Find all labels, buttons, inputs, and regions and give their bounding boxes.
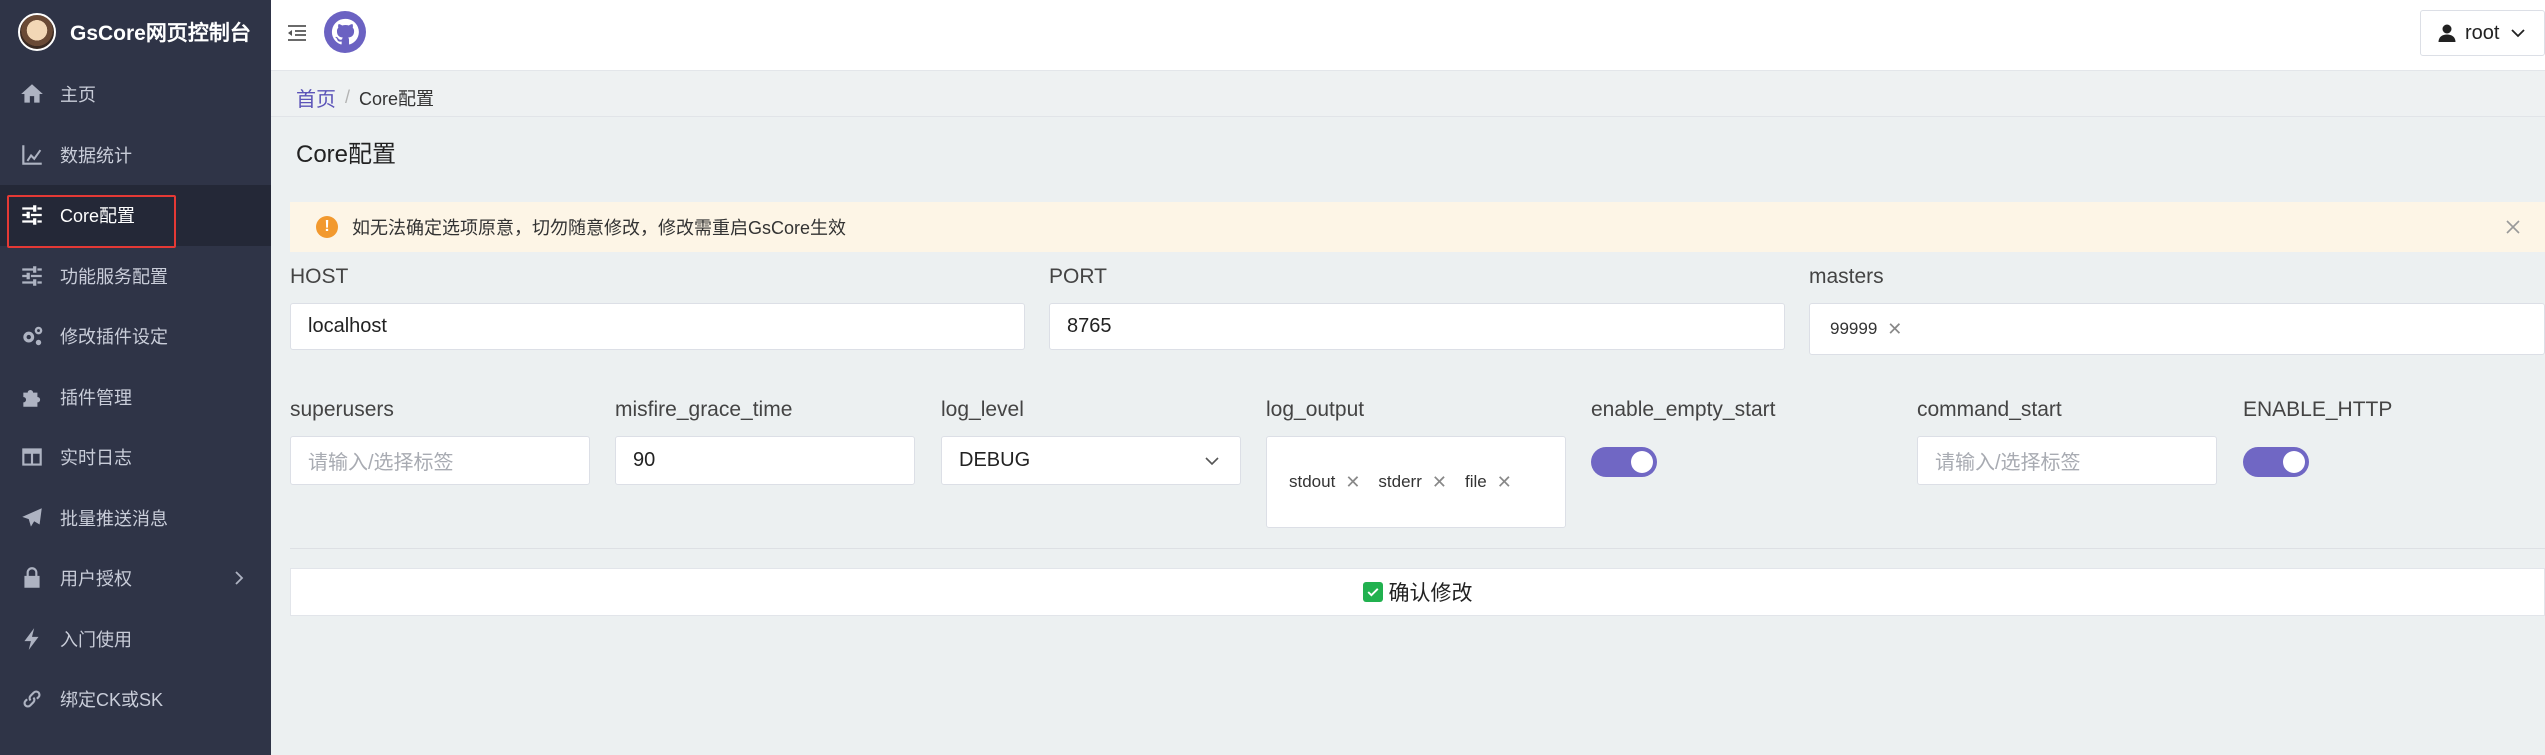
brand-logo	[18, 13, 56, 51]
sidebar-item-label: 用户授权	[60, 569, 132, 590]
sidebar-item-service-config[interactable]: 功能服务配置	[0, 246, 271, 307]
divider	[290, 548, 2545, 549]
superusers-label: superusers	[290, 398, 394, 421]
link-icon	[18, 685, 46, 713]
breadcrumb-separator: /	[345, 87, 351, 107]
log-level-value: DEBUG	[959, 449, 1031, 471]
paper-plane-icon	[18, 504, 46, 532]
superusers-placeholder: 请输入/选择标签	[308, 452, 454, 474]
breadcrumb: 首页 / Core配置	[296, 83, 434, 112]
superusers-tag-input[interactable]: 请输入/选择标签	[290, 436, 590, 485]
sidebar-item-label: 实时日志	[60, 448, 132, 469]
home-icon	[18, 80, 46, 108]
sidebar-item-user-auth[interactable]: 用户授权	[0, 548, 271, 609]
sidebar-item-stats[interactable]: 数据统计	[0, 125, 271, 186]
menu-fold-icon[interactable]	[286, 22, 308, 44]
port-value: 8765	[1067, 315, 1112, 337]
tag-close-icon[interactable]: ✕	[1432, 472, 1447, 493]
user-name: root	[2465, 21, 2500, 44]
sidebar-item-label: 批量推送消息	[60, 508, 168, 529]
masters-label: masters	[1809, 265, 1884, 288]
chevron-right-icon	[235, 571, 244, 585]
enable-http-toggle[interactable]	[2243, 447, 2309, 477]
log-output-tag: file ✕	[1465, 472, 1512, 493]
gears-icon	[18, 322, 46, 350]
command-start-label: command_start	[1917, 398, 2062, 421]
sidebar-item-label: Core配置	[60, 206, 136, 227]
log-output-tag: stderr ✕	[1378, 472, 1447, 493]
enable-empty-start-toggle[interactable]	[1591, 447, 1657, 477]
sidebar-item-plugin-settings[interactable]: 修改插件设定	[0, 306, 271, 367]
confirm-button[interactable]: 确认修改	[290, 568, 2545, 616]
lock-icon	[18, 564, 46, 592]
warning-icon: !	[316, 216, 338, 238]
confirm-label: 确认修改	[1388, 582, 1473, 605]
log-output-tag: stdout ✕	[1289, 472, 1360, 493]
sidebar-item-core-config[interactable]: Core配置	[0, 185, 271, 246]
top-header: root	[271, 0, 2545, 71]
sidebar-item-batch-push[interactable]: 批量推送消息	[0, 488, 271, 549]
misfire-label: misfire_grace_time	[615, 398, 793, 421]
log-output-tag-input[interactable]: stdout ✕ stderr ✕ file ✕	[1266, 436, 1566, 528]
brand[interactable]: GsCore网页控制台	[0, 0, 271, 64]
close-icon[interactable]	[2503, 217, 2523, 237]
columns-icon	[18, 443, 46, 471]
sidebar-item-home[interactable]: 主页	[0, 64, 271, 125]
github-icon[interactable]	[324, 11, 366, 53]
sidebar-item-label: 修改插件设定	[60, 327, 168, 348]
breadcrumb-home-link[interactable]: 首页	[296, 83, 336, 112]
tag-text: stdout	[1289, 472, 1336, 491]
masters-tag-input[interactable]: 99999 ✕	[1809, 303, 2545, 355]
enable-http-label: ENABLE_HTTP	[2243, 398, 2393, 421]
tag-text: file	[1464, 472, 1487, 491]
tag-close-icon[interactable]: ✕	[1345, 472, 1360, 493]
sidebar: GsCore网页控制台 主页 数据统计 Core配置 功能服务配置 修改插件设定…	[0, 0, 271, 755]
sidebar-item-plugin-manage[interactable]: 插件管理	[0, 367, 271, 428]
sliders-icon	[18, 201, 46, 229]
log-level-select[interactable]: DEBUG	[941, 436, 1241, 485]
sidebar-item-label: 绑定CK或SK	[60, 690, 164, 711]
host-label: HOST	[290, 265, 349, 288]
sidebar-item-label: 数据统计	[60, 145, 132, 166]
misfire-value: 90	[633, 449, 656, 471]
sidebar-item-realtime-log[interactable]: 实时日志	[0, 427, 271, 488]
sidebar-item-bind-ck[interactable]: 绑定CK或SK	[0, 669, 271, 730]
sidebar-item-label: 插件管理	[60, 387, 132, 408]
sidebar-item-getting-started[interactable]: 入门使用	[0, 609, 271, 670]
check-icon	[1362, 582, 1383, 602]
sidebar-item-label: 主页	[60, 85, 96, 106]
alert-text: 如无法确定选项原意，切勿随意修改，修改需重启GsCore生效	[352, 218, 847, 238]
page-title: Core配置	[296, 141, 397, 168]
warning-alert: ! 如无法确定选项原意，切勿随意修改，修改需重启GsCore生效	[290, 202, 2545, 252]
user-icon	[2438, 24, 2456, 42]
host-value: localhost	[308, 315, 387, 337]
log-output-label: log_output	[1266, 398, 1365, 421]
sliders-icon	[18, 262, 46, 290]
user-menu[interactable]: root	[2420, 10, 2545, 56]
tag-text: 99999	[1830, 319, 1878, 338]
command-start-tag-input[interactable]: 请输入/选择标签	[1917, 436, 2217, 485]
chevron-down-icon	[2511, 29, 2526, 38]
log-level-label: log_level	[941, 398, 1024, 421]
chevron-down-icon	[1205, 457, 1219, 466]
misfire-input[interactable]: 90	[615, 436, 915, 485]
chart-icon	[18, 141, 46, 169]
sidebar-item-label: 入门使用	[60, 629, 132, 650]
host-input[interactable]: localhost	[290, 303, 1025, 350]
port-input[interactable]: 8765	[1049, 303, 1785, 350]
bolt-icon	[18, 625, 46, 653]
brand-title: GsCore网页控制台	[70, 22, 251, 45]
sidebar-item-label: 功能服务配置	[60, 266, 168, 287]
port-label: PORT	[1049, 265, 1107, 288]
breadcrumb-current: Core配置	[359, 88, 435, 109]
tag-close-icon[interactable]: ✕	[1497, 472, 1512, 493]
enable-empty-start-label: enable_empty_start	[1591, 398, 1776, 421]
puzzle-icon	[18, 383, 46, 411]
masters-tag: 99999 ✕	[1830, 319, 1902, 340]
tag-close-icon[interactable]: ✕	[1887, 319, 1902, 340]
command-start-placeholder: 请输入/选择标签	[1935, 452, 2081, 474]
breadcrumb-bar: 首页 / Core配置	[271, 71, 2545, 117]
tag-text: stderr	[1378, 472, 1422, 491]
